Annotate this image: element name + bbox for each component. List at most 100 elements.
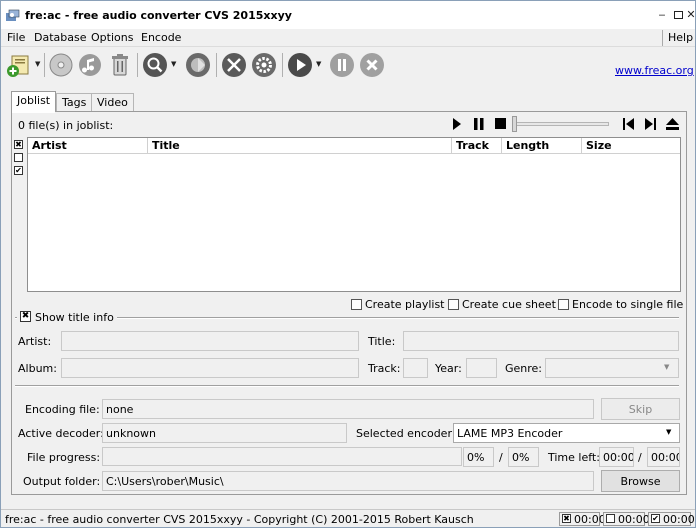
toggle-selection-checkbox[interactable]: ✔ [14, 166, 23, 175]
output-folder-field[interactable]: C:\Users\rober\Music\ [102, 471, 594, 491]
section-divider [15, 385, 679, 387]
year-label: Year: [435, 362, 462, 375]
output-folder-label: Output folder: [23, 475, 101, 488]
browse-button[interactable]: Browse [601, 470, 680, 492]
encode-single-label: Encode to single file [572, 298, 684, 311]
create-playlist-checkbox[interactable] [351, 299, 362, 310]
tools-icon[interactable] [221, 52, 247, 78]
close-icon[interactable]: ✕ [685, 9, 696, 21]
menu-file[interactable]: File [7, 31, 25, 44]
stop-icon[interactable] [495, 118, 507, 130]
search-dropdown-icon[interactable]: ▼ [171, 60, 176, 68]
year-field[interactable] [466, 358, 497, 378]
encoder-select[interactable]: LAME MP3 Encoder [453, 423, 680, 443]
app-logo-icon [6, 9, 20, 21]
select-all-checkbox[interactable]: ✖ [14, 140, 23, 149]
minimize-icon[interactable]: ‒ [656, 9, 668, 21]
toolbar-separator [44, 53, 45, 77]
encoding-file-field: none [102, 399, 594, 419]
encoder-dropdown-icon[interactable]: ▼ [666, 428, 671, 436]
create-playlist-label: Create playlist [365, 298, 445, 311]
music-note-icon[interactable] [77, 52, 103, 78]
time-left-label: Time left: [548, 451, 600, 464]
toolbar-separator [282, 53, 283, 77]
pause-icon[interactable] [473, 118, 485, 130]
track-label: Track: [368, 362, 401, 375]
playback-slider[interactable] [513, 122, 609, 126]
time-left-file: 00:00 [599, 447, 634, 467]
status-check-1-icon[interactable]: ✖ [562, 514, 571, 523]
time-left-total: 00:00 [647, 447, 680, 467]
add-cd-icon[interactable] [48, 52, 74, 78]
encode-single-checkbox[interactable] [558, 299, 569, 310]
total-progress-percent: 0% [508, 447, 539, 467]
joblist-count: 0 file(s) in joblist: [18, 119, 114, 132]
show-title-info-label: Show title info [35, 311, 114, 324]
genre-select[interactable] [545, 358, 679, 378]
website-link[interactable]: www.freac.org [615, 64, 694, 77]
artist-label: Artist: [18, 335, 52, 348]
menu-separator [662, 30, 663, 46]
title-label: Title: [368, 335, 396, 348]
artist-field[interactable] [61, 331, 359, 351]
next-track-icon[interactable] [644, 118, 656, 130]
tab-tags[interactable]: Tags [56, 93, 93, 111]
joblist-table[interactable]: Artist Title Track Length Size [27, 137, 681, 292]
album-field[interactable] [61, 358, 359, 378]
status-bar: fre:ac - free audio converter CVS 2015xx… [1, 509, 695, 527]
maximize-icon[interactable] [672, 9, 684, 21]
column-size[interactable]: Size [582, 138, 680, 154]
stop-encoding-icon[interactable] [359, 52, 385, 78]
window-title: fre:ac - free audio converter CVS 2015xx… [25, 9, 292, 22]
status-time-3: ✔ 00:00 [648, 512, 695, 526]
column-title[interactable]: Title [148, 138, 452, 154]
file-progress-label: File progress: [27, 451, 101, 464]
title-field[interactable] [403, 331, 679, 351]
menu-database[interactable]: Database [34, 31, 87, 44]
genre-dropdown-icon[interactable]: ▼ [664, 363, 669, 371]
status-check-2-icon[interactable] [606, 514, 615, 523]
play-icon[interactable] [452, 118, 462, 130]
status-check-3-icon[interactable]: ✔ [651, 514, 660, 523]
menu-help[interactable]: Help [668, 31, 693, 44]
menu-encode[interactable]: Encode [141, 31, 181, 44]
column-track[interactable]: Track [452, 138, 502, 154]
status-time-2-text: 00:00 [618, 513, 650, 526]
skip-button[interactable]: Skip [601, 398, 680, 420]
active-decoder-field: unknown [102, 423, 347, 443]
select-none-checkbox[interactable] [14, 153, 23, 162]
start-encoding-icon[interactable] [287, 52, 313, 78]
app-window: fre:ac - free audio converter CVS 2015xx… [0, 0, 696, 528]
toolbar-separator [216, 53, 217, 77]
add-files-icon[interactable] [6, 52, 32, 78]
column-length[interactable]: Length [502, 138, 582, 154]
cddb-submit-icon[interactable] [185, 52, 211, 78]
add-files-dropdown-icon[interactable]: ▼ [35, 60, 40, 68]
status-time-2: 00:00 [603, 512, 650, 526]
show-title-info-checkbox[interactable]: ✖ [20, 311, 31, 322]
tab-video[interactable]: Video [91, 93, 134, 111]
previous-track-icon[interactable] [623, 118, 635, 130]
toolbar: ▼ ▼ ▼ www.freac.org [1, 48, 695, 82]
encoding-file-label: Encoding file: [25, 403, 100, 416]
file-progress-bar [102, 447, 462, 466]
status-time-3-text: 00:00 [663, 513, 695, 526]
gear-icon[interactable] [251, 52, 277, 78]
time-slash: / [638, 451, 642, 464]
create-cue-sheet-checkbox[interactable] [448, 299, 459, 310]
toolbar-separator [137, 53, 138, 77]
track-field[interactable] [403, 358, 428, 378]
tab-joblist[interactable]: Joblist [11, 91, 57, 112]
column-artist[interactable]: Artist [28, 138, 148, 154]
menu-options[interactable]: Options [91, 31, 133, 44]
eject-icon[interactable] [666, 118, 679, 130]
search-icon[interactable] [142, 52, 168, 78]
remove-files-icon[interactable] [107, 52, 133, 78]
selected-encoder-label: Selected encoder: [356, 427, 456, 440]
pause-encoding-icon[interactable] [329, 52, 355, 78]
status-time-1: ✖ 00:00 [559, 512, 606, 526]
tab-join [12, 111, 55, 113]
active-decoder-label: Active decoder: [18, 427, 104, 440]
playback-slider-handle[interactable] [512, 116, 517, 132]
encode-dropdown-icon[interactable]: ▼ [316, 60, 321, 68]
